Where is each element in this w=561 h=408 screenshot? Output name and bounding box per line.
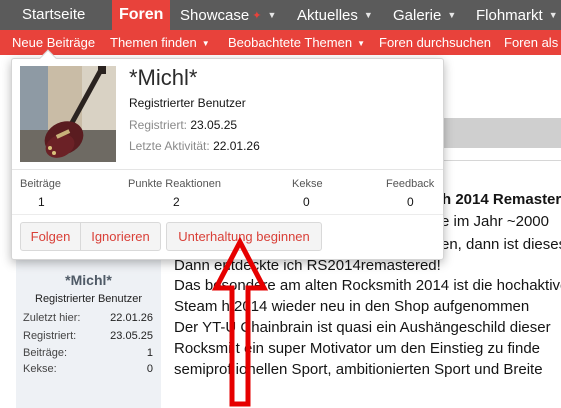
- value: 23.05.25: [190, 118, 238, 132]
- subnav-label: Themen finden: [110, 35, 197, 50]
- tab-label: Startseite: [22, 6, 86, 23]
- post-title-fragment: h 2014 Remaster: [442, 191, 561, 208]
- row-label: Kekse:: [23, 363, 57, 375]
- post-text-line: en, dann ist dieses: [441, 236, 561, 253]
- author-name-link[interactable]: *Michl*: [16, 272, 161, 288]
- ignore-button[interactable]: Ignorieren: [80, 222, 161, 251]
- stat-value-feedback: 0: [407, 195, 414, 209]
- subnav-label: Foren durchsuchen: [379, 35, 492, 50]
- follow-button[interactable]: Folgen: [20, 222, 81, 251]
- label: Registriert:: [129, 118, 188, 132]
- guitar-photo-icon: [20, 66, 116, 162]
- chevron-down-icon[interactable]: ▼: [549, 10, 558, 20]
- divider: [12, 214, 443, 215]
- member-tooltip-card: *Michl* Registrierter Benutzer Registrie…: [11, 49, 444, 260]
- avatar[interactable]: [20, 66, 116, 162]
- chevron-down-icon[interactable]: ▼: [364, 10, 373, 20]
- author-registered: Registriert: 23.05.25: [23, 330, 153, 342]
- member-name[interactable]: *Michl*: [129, 65, 197, 91]
- label: Letzte Aktivität:: [129, 139, 210, 153]
- value: 22.01.26: [213, 139, 260, 153]
- tab-label: Flohmarkt: [476, 7, 543, 24]
- row-value: 22.01.26: [110, 312, 153, 324]
- subnav-find-threads[interactable]: Themen finden ▼: [110, 30, 210, 55]
- annotation-arrow-icon: [211, 236, 269, 407]
- subnav-search-forums[interactable]: Foren durchsuchen: [379, 30, 491, 55]
- stat-value-reactions: 2: [173, 195, 180, 209]
- chevron-down-icon: ▼: [201, 39, 210, 48]
- author-cookies: Kekse: 0: [23, 363, 153, 375]
- member-last-activity: Letzte Aktivität: 22.01.26: [129, 139, 260, 153]
- row-value: 0: [146, 363, 153, 375]
- tab-galerie[interactable]: Galerie ▼: [393, 0, 456, 30]
- tab-foren[interactable]: Foren: [112, 0, 171, 30]
- post-author-panel: *Michl* Registrierter Benutzer Zuletzt h…: [16, 245, 161, 408]
- tab-label: Foren: [119, 6, 164, 23]
- stat-label-cookies: Kekse: [292, 178, 323, 190]
- subnav-label: Neue Beiträge: [12, 35, 96, 50]
- row-label: Beiträge:: [23, 347, 68, 359]
- tab-label: Showcase: [180, 7, 250, 24]
- chevron-down-icon: ▼: [357, 39, 365, 48]
- stat-label-feedback: Feedback: [386, 178, 435, 190]
- divider: [12, 169, 443, 170]
- author-posts: Beiträge: 1: [23, 347, 153, 359]
- subnav-watched-threads[interactable]: Beobachtete Themen ▼: [228, 30, 365, 55]
- stat-label-posts: Beiträge: [20, 178, 61, 190]
- tab-flohmarkt[interactable]: Flohmarkt ▼: [476, 0, 558, 30]
- tab-label: Galerie: [393, 7, 442, 24]
- post-text-line: e im Jahr ~2000: [441, 213, 549, 230]
- member-registered: Registriert: 23.05.25: [129, 118, 237, 132]
- stat-value-posts: 1: [38, 195, 45, 209]
- row-label: Zuletzt hier:: [23, 312, 81, 324]
- sparkle-icon: ✦: [252, 10, 262, 22]
- tab-startseite[interactable]: Startseite: [22, 0, 85, 30]
- stat-value-cookies: 0: [303, 195, 310, 209]
- member-role: Registrierter Benutzer: [129, 96, 246, 110]
- author-role: Registrierter Benutzer: [35, 293, 142, 305]
- sub-navigation: Neue Beiträge Themen finden ▼ Beobachtete…: [0, 30, 561, 55]
- row-value: 1: [146, 347, 153, 359]
- subnav-label: Beobachtete Themen: [228, 35, 353, 50]
- row-label: Registriert:: [23, 330, 77, 342]
- tab-aktuelles[interactable]: Aktuelles ▼: [297, 0, 373, 30]
- row-value: 23.05.25: [110, 330, 153, 342]
- subnav-mark-forums-read[interactable]: Foren als g: [504, 30, 561, 55]
- tab-label: Aktuelles: [297, 7, 358, 24]
- author-last-seen: Zuletzt hier: 22.01.26: [23, 312, 153, 324]
- subnav-label: Foren als g: [504, 35, 561, 50]
- chevron-down-icon[interactable]: ▼: [267, 10, 276, 20]
- tab-showcase[interactable]: Showcase ✦ ▼: [180, 0, 276, 30]
- subnav-new-posts[interactable]: Neue Beiträge: [12, 30, 95, 55]
- chevron-down-icon[interactable]: ▼: [447, 10, 456, 20]
- stat-label-reactions: Punkte Reaktionen: [128, 178, 221, 190]
- top-navigation: Startseite Foren Showcase ✦ ▼ Aktuelles ▼ G…: [0, 0, 561, 30]
